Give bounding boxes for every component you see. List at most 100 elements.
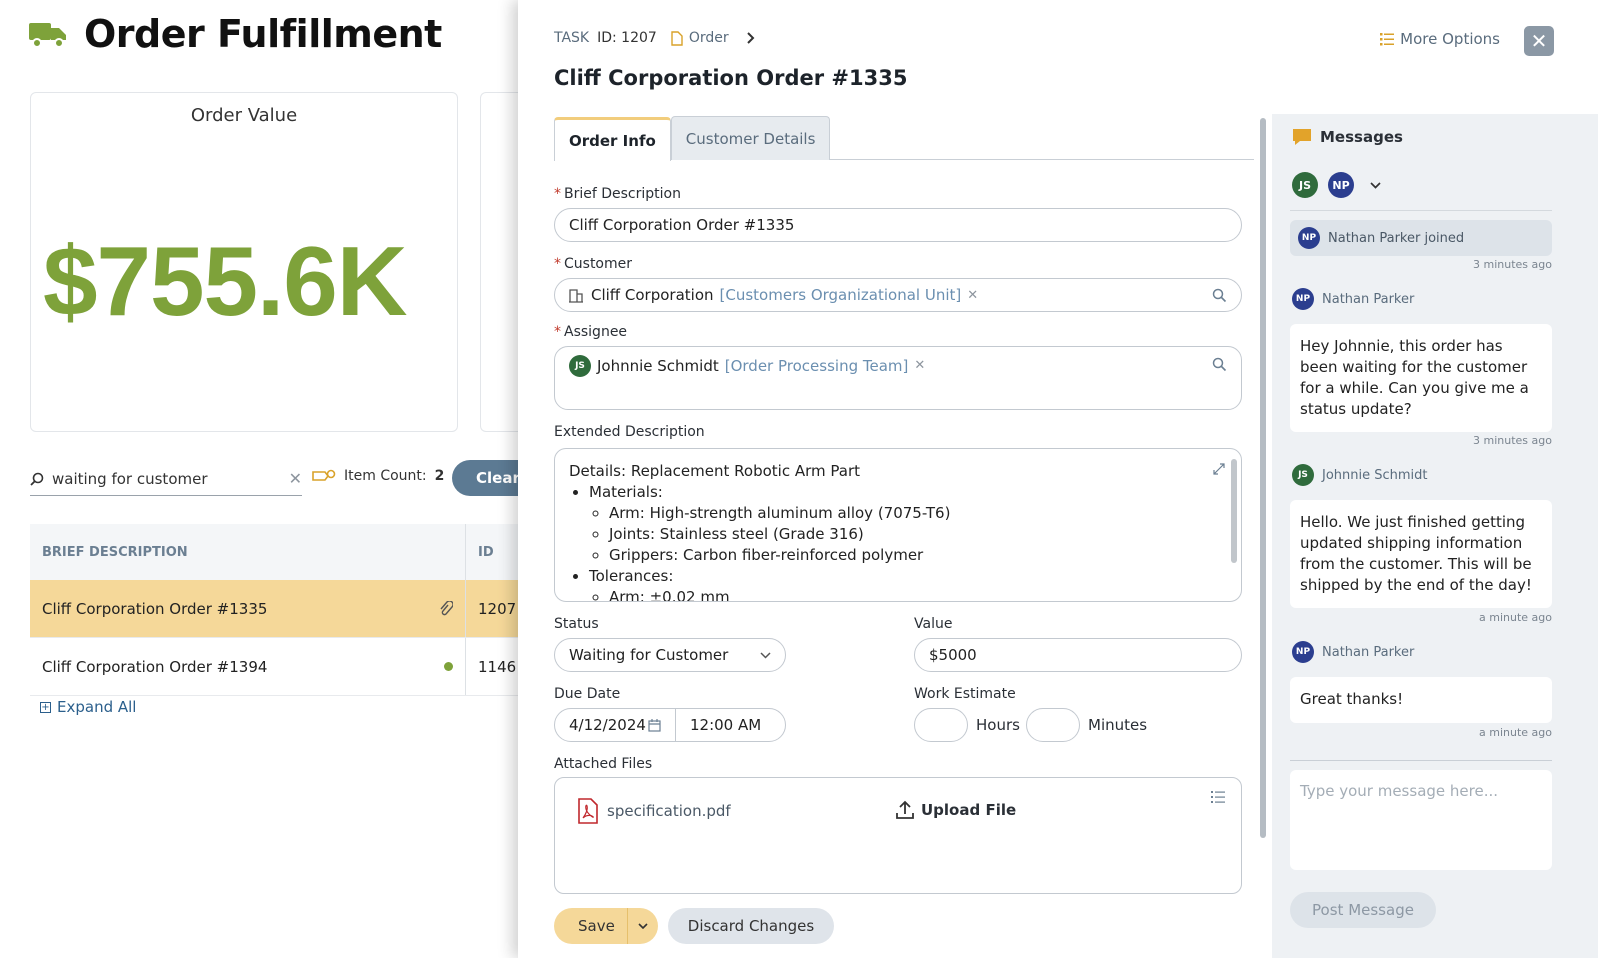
tag-filter-icon [312, 469, 336, 481]
remove-assignee-icon[interactable]: ✕ [914, 355, 925, 377]
tab-customer-details[interactable]: Customer Details [670, 116, 831, 160]
assignee-team: [Order Processing Team] [724, 357, 909, 375]
list-item: Tolerances: Arm: ±0.02 mm [589, 566, 1227, 601]
due-time-input[interactable]: 12:00 AM [675, 708, 786, 742]
file-item[interactable]: specification.pdf [577, 798, 731, 824]
building-icon [569, 288, 583, 303]
breadcrumb-order-link[interactable]: Order [671, 30, 729, 46]
order-value-card: Order Value $755.6K [30, 92, 458, 432]
hours-input[interactable] [914, 708, 968, 742]
brief-description-label: * Brief Description [554, 186, 681, 202]
chevron-down-icon [638, 923, 648, 929]
assignee-name: Johnnie Schmidt [597, 357, 719, 375]
order-value-number: $755.6K [43, 226, 408, 336]
message-bubble: Hey Johnnie, this order has been waiting… [1290, 324, 1552, 432]
message-author: NP Nathan Parker [1292, 288, 1414, 310]
more-options-label: More Options [1400, 30, 1500, 48]
calendar-icon[interactable] [648, 718, 661, 732]
message-input[interactable]: Type your message here... [1290, 770, 1552, 870]
attached-files-box: specification.pdf Upload File [554, 777, 1242, 894]
value-input[interactable]: $5000 [914, 638, 1242, 672]
close-button[interactable]: ✕ [1524, 26, 1554, 56]
ext-details: Details: Replacement Robotic Arm Part [569, 462, 860, 480]
list-item: Arm: High-strength aluminum alloy (7075-… [609, 503, 1227, 524]
document-icon [671, 30, 683, 46]
tab-order-info[interactable]: Order Info [554, 117, 671, 161]
message-author: JS Johnnie Schmidt [1292, 464, 1428, 486]
breadcrumb-order-label: Order [688, 30, 729, 46]
item-count: Item Count: 2 [312, 468, 444, 484]
timestamp: 3 minutes ago [1473, 434, 1552, 447]
breadcrumb: TASK ID: 1207 Order [554, 30, 755, 46]
table-row[interactable]: Cliff Corporation Order #1394 1146 [30, 638, 530, 696]
row-description: Cliff Corporation Order #1394 [42, 657, 268, 676]
app-title: Order Fulfillment [84, 12, 442, 56]
remove-customer-icon[interactable]: ✕ [967, 288, 978, 303]
header-id[interactable]: ID [466, 545, 494, 560]
hours-label: Hours [976, 716, 1020, 734]
clear-search-icon[interactable]: ✕ [289, 469, 302, 488]
header-brief-description[interactable]: BRIEF DESCRIPTION [30, 524, 466, 580]
upload-file-label: Upload File [921, 801, 1017, 819]
customer-unit: [Customers Organizational Unit] [719, 286, 962, 304]
file-name: specification.pdf [607, 802, 731, 820]
status-select[interactable]: Waiting for Customer [554, 638, 786, 672]
chevron-down-icon [760, 651, 771, 659]
search-icon[interactable] [1212, 357, 1227, 372]
extended-description-label: Extended Description [554, 424, 705, 440]
assignee-field[interactable]: JS Johnnie Schmidt [Order Processing Tea… [554, 346, 1242, 410]
customer-label: * Customer [554, 256, 633, 272]
messages-panel: Messages JS NP NP Nathan Parker joined 3… [1260, 114, 1598, 958]
truck-icon [29, 23, 66, 48]
joined-text: Nathan Parker joined [1328, 230, 1465, 246]
minutes-input[interactable] [1026, 708, 1080, 742]
item-count-label: Item Count: [344, 468, 427, 484]
search-input[interactable]: waiting for customer [52, 470, 208, 488]
task-title: Cliff Corporation Order #1335 [554, 66, 908, 90]
status-label: Status [554, 616, 599, 632]
brief-description-input[interactable]: Cliff Corporation Order #1335 [554, 208, 1242, 242]
minutes-label: Minutes [1088, 716, 1148, 734]
avatar: NP [1328, 172, 1354, 198]
work-estimate-label: Work Estimate [914, 686, 1016, 702]
scrollbar[interactable] [1231, 459, 1237, 563]
chevron-down-icon[interactable] [1370, 181, 1381, 189]
post-message-button[interactable]: Post Message [1290, 892, 1436, 928]
more-options-button[interactable]: More Options [1380, 30, 1500, 48]
message-author: NP Nathan Parker [1292, 641, 1414, 663]
upload-icon [896, 800, 914, 819]
pdf-icon [578, 798, 598, 824]
avatar: NP [1298, 227, 1320, 249]
paperclip-icon [440, 600, 453, 615]
timestamp: a minute ago [1479, 611, 1552, 624]
avatar: JS [1292, 172, 1318, 198]
expand-all-link[interactable]: + Expand All [40, 698, 136, 716]
chevron-right-icon[interactable] [746, 32, 755, 44]
customer-field[interactable]: Cliff Corporation [Customers Organizatio… [554, 278, 1242, 312]
orders-table: BRIEF DESCRIPTION ID Cliff Corporation O… [30, 524, 530, 696]
app-header: Order Fulfillment [28, 12, 442, 56]
form-scrollbar[interactable] [1260, 118, 1266, 838]
participants: JS NP [1292, 172, 1381, 198]
customer-name: Cliff Corporation [591, 286, 714, 304]
plus-square-icon: + [40, 701, 51, 713]
row-id: 1146 [478, 657, 517, 676]
item-count-value: 2 [434, 468, 445, 484]
assignee-label: * Assignee [554, 324, 628, 340]
joined-notice: NP Nathan Parker joined [1290, 220, 1552, 256]
message-bubble: Great thanks! [1290, 677, 1552, 723]
list-view-icon[interactable] [1211, 790, 1225, 804]
table-header: BRIEF DESCRIPTION ID [30, 524, 530, 580]
save-options-button[interactable] [628, 908, 658, 944]
search-icon[interactable] [1212, 288, 1227, 303]
upload-file-button[interactable]: Upload File [895, 800, 1016, 820]
extended-description-editor[interactable]: Details: Replacement Robotic Arm Part Ma… [554, 448, 1242, 602]
list-item: Materials: Arm: High-strength aluminum a… [589, 482, 1227, 566]
expand-editor-icon[interactable] [1213, 463, 1225, 475]
list-item: Grippers: Carbon fiber-reinforced polyme… [609, 545, 1227, 566]
due-date-input[interactable]: 4/12/2024 [554, 708, 676, 742]
search-field[interactable]: waiting for customer ✕ [30, 462, 302, 496]
expand-all-label: Expand All [57, 698, 137, 716]
table-row[interactable]: Cliff Corporation Order #1335 1207 [30, 580, 530, 638]
discard-changes-button[interactable]: Discard Changes [668, 908, 834, 944]
